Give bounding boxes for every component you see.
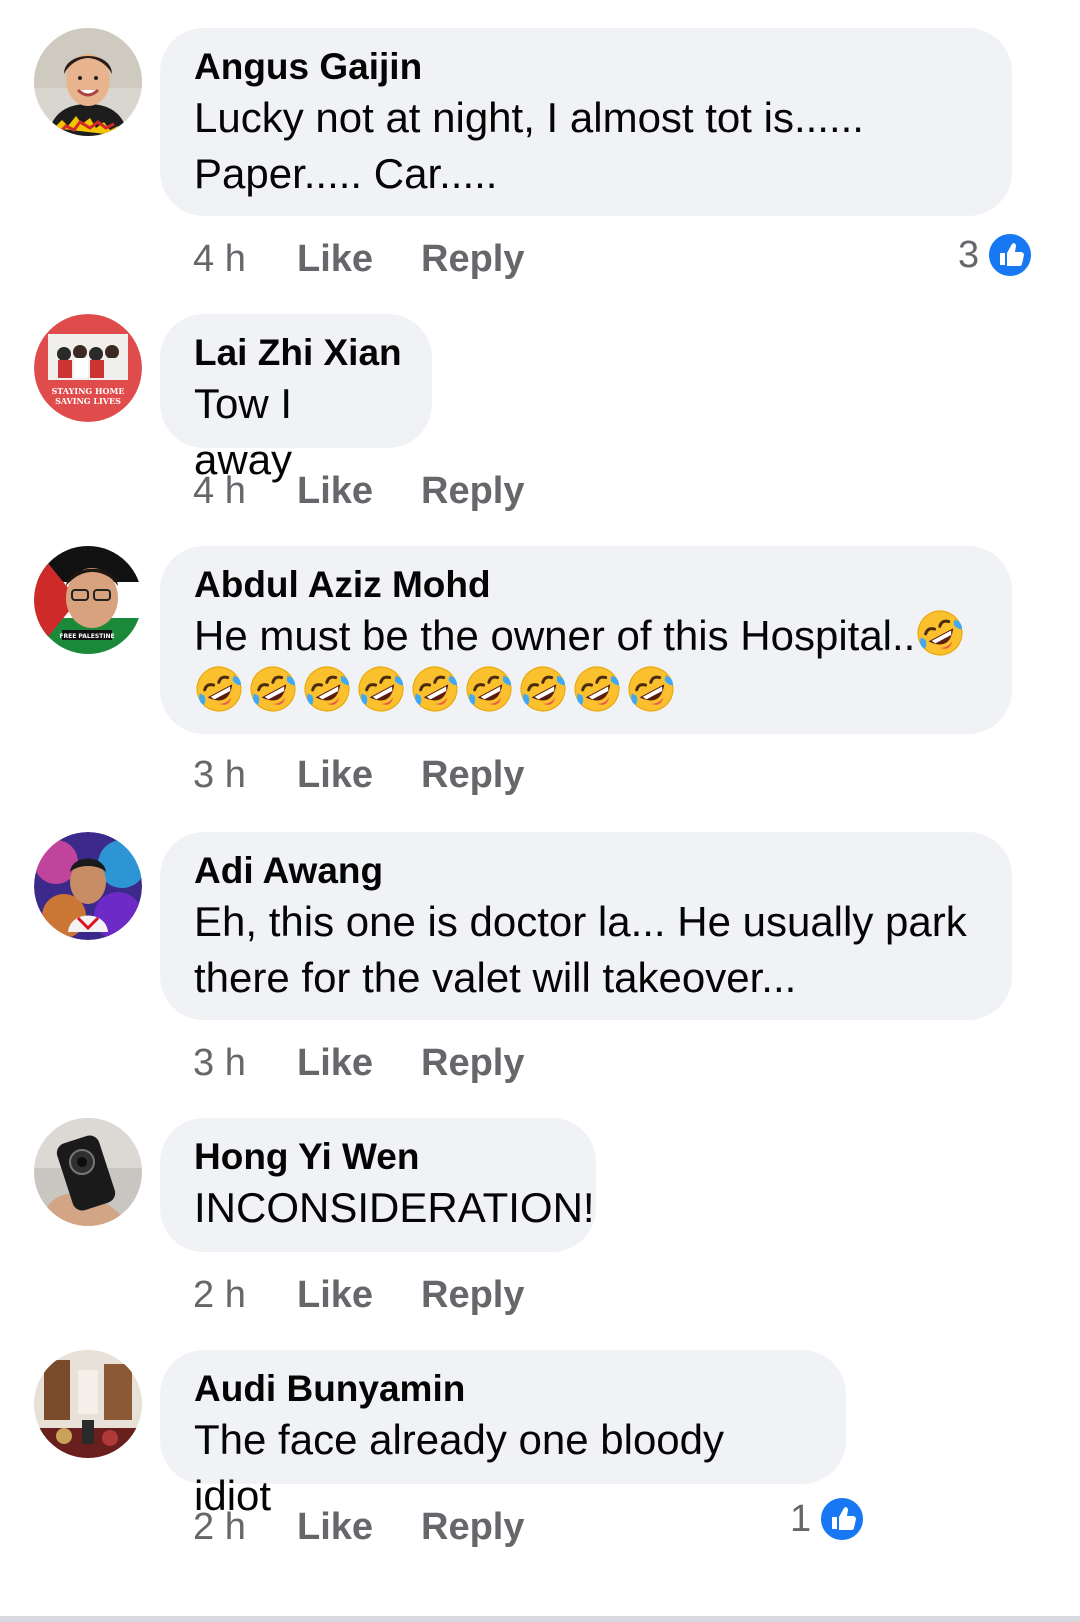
comment-author[interactable]: Audi Bunyamin bbox=[194, 1366, 812, 1412]
reaction-summary[interactable]: 1 bbox=[790, 1494, 866, 1544]
avatar[interactable] bbox=[34, 1350, 142, 1458]
comment-actions: 3 h Like Reply bbox=[193, 750, 524, 800]
bottom-divider bbox=[0, 1616, 1080, 1622]
avatar-text: FREE PALESTINE bbox=[59, 633, 114, 640]
comment-text-line: Lucky not at night, I almost tot is.....… bbox=[194, 94, 864, 141]
rolling-on-floor-laughing-emoji bbox=[915, 608, 965, 658]
comment-bubble: Abdul Aziz Mohd He must be the owner of … bbox=[160, 546, 1012, 734]
rolling-on-floor-laughing-emoji bbox=[464, 664, 514, 714]
comment-bubble: Hong Yi Wen INCONSIDERATION! bbox=[160, 1118, 596, 1252]
comment-bubble: Adi Awang Eh, this one is doctor la... H… bbox=[160, 832, 1012, 1020]
like-reaction-icon bbox=[987, 232, 1034, 278]
comment-text-line: there for the valet will takeover... bbox=[194, 954, 797, 1001]
comment-actions: 4 h Like Reply bbox=[193, 466, 524, 516]
avatar-text: SAVING LIVES bbox=[55, 396, 121, 406]
comment-text: He must be the owner of this Hospital.. bbox=[194, 612, 916, 659]
comment-author[interactable]: Angus Gaijin bbox=[194, 44, 978, 90]
comment-time[interactable]: 2 h bbox=[193, 1274, 297, 1317]
like-button[interactable]: Like bbox=[297, 1042, 421, 1085]
avatar[interactable] bbox=[34, 1118, 142, 1226]
comment-bubble: Angus Gaijin Lucky not at night, I almos… bbox=[160, 28, 1012, 216]
avatar-text: STAYING HOME bbox=[52, 386, 125, 396]
reply-button[interactable]: Reply bbox=[421, 1274, 524, 1317]
comment-author[interactable]: Hong Yi Wen bbox=[194, 1134, 562, 1180]
comment-text-line: INCONSIDERATION! bbox=[194, 1184, 595, 1231]
avatar[interactable] bbox=[34, 832, 142, 940]
avatar[interactable] bbox=[34, 28, 142, 136]
comment-time[interactable]: 4 h bbox=[193, 238, 297, 281]
rolling-on-floor-laughing-emoji bbox=[248, 664, 298, 714]
comment-text-line: Paper..... Car..... bbox=[194, 150, 498, 197]
comment-time[interactable]: 3 h bbox=[193, 754, 297, 797]
rolling-on-floor-laughing-emoji bbox=[410, 664, 460, 714]
comment-author[interactable]: Abdul Aziz Mohd bbox=[194, 562, 978, 608]
comment-text-line: Eh, this one is doctor la... He usually … bbox=[194, 898, 967, 945]
emoji-line bbox=[194, 664, 978, 720]
comment-text-line: He must be the owner of this Hospital.. bbox=[194, 608, 978, 664]
comments-feed: Angus Gaijin Lucky not at night, I almos… bbox=[0, 0, 1080, 1622]
rolling-on-floor-laughing-emoji bbox=[518, 664, 568, 714]
reply-button[interactable]: Reply bbox=[421, 1042, 524, 1085]
comment-author[interactable]: Lai Zhi Xian bbox=[194, 330, 402, 376]
comment-actions: 2 h Like Reply bbox=[193, 1502, 524, 1552]
like-button[interactable]: Like bbox=[297, 1506, 421, 1549]
comment-time[interactable]: 4 h bbox=[193, 470, 297, 513]
rolling-on-floor-laughing-emoji bbox=[626, 664, 676, 714]
reply-button[interactable]: Reply bbox=[421, 754, 524, 797]
comment-actions: 3 h Like Reply bbox=[193, 1038, 524, 1088]
rolling-on-floor-laughing-emoji bbox=[302, 664, 352, 714]
reply-button[interactable]: Reply bbox=[421, 470, 524, 513]
comment-bubble: Audi Bunyamin The face already one blood… bbox=[160, 1350, 846, 1519]
comment-actions: 4 h Like Reply bbox=[193, 234, 524, 284]
rolling-on-floor-laughing-emoji bbox=[194, 664, 244, 714]
comment-time[interactable]: 2 h bbox=[193, 1506, 297, 1549]
avatar[interactable]: STAYING HOME SAVING LIVES bbox=[34, 314, 142, 422]
reaction-summary[interactable]: 3 bbox=[958, 230, 1034, 280]
rolling-on-floor-laughing-emoji bbox=[356, 664, 406, 714]
reply-button[interactable]: Reply bbox=[421, 1506, 524, 1549]
like-button[interactable]: Like bbox=[297, 754, 421, 797]
comment-author[interactable]: Adi Awang bbox=[194, 848, 978, 894]
reaction-count: 1 bbox=[790, 1497, 812, 1540]
like-button[interactable]: Like bbox=[297, 470, 421, 513]
comment-actions: 2 h Like Reply bbox=[193, 1270, 524, 1320]
comment-bubble: Lai Zhi Xian Tow I away bbox=[160, 314, 432, 483]
reaction-count: 3 bbox=[958, 233, 980, 276]
like-reaction-icon bbox=[819, 1496, 866, 1542]
rolling-on-floor-laughing-emoji bbox=[572, 664, 622, 714]
avatar[interactable]: FREE PALESTINE bbox=[34, 546, 142, 654]
like-button[interactable]: Like bbox=[297, 1274, 421, 1317]
reply-button[interactable]: Reply bbox=[421, 238, 524, 281]
like-button[interactable]: Like bbox=[297, 238, 421, 281]
comment-time[interactable]: 3 h bbox=[193, 1042, 297, 1085]
